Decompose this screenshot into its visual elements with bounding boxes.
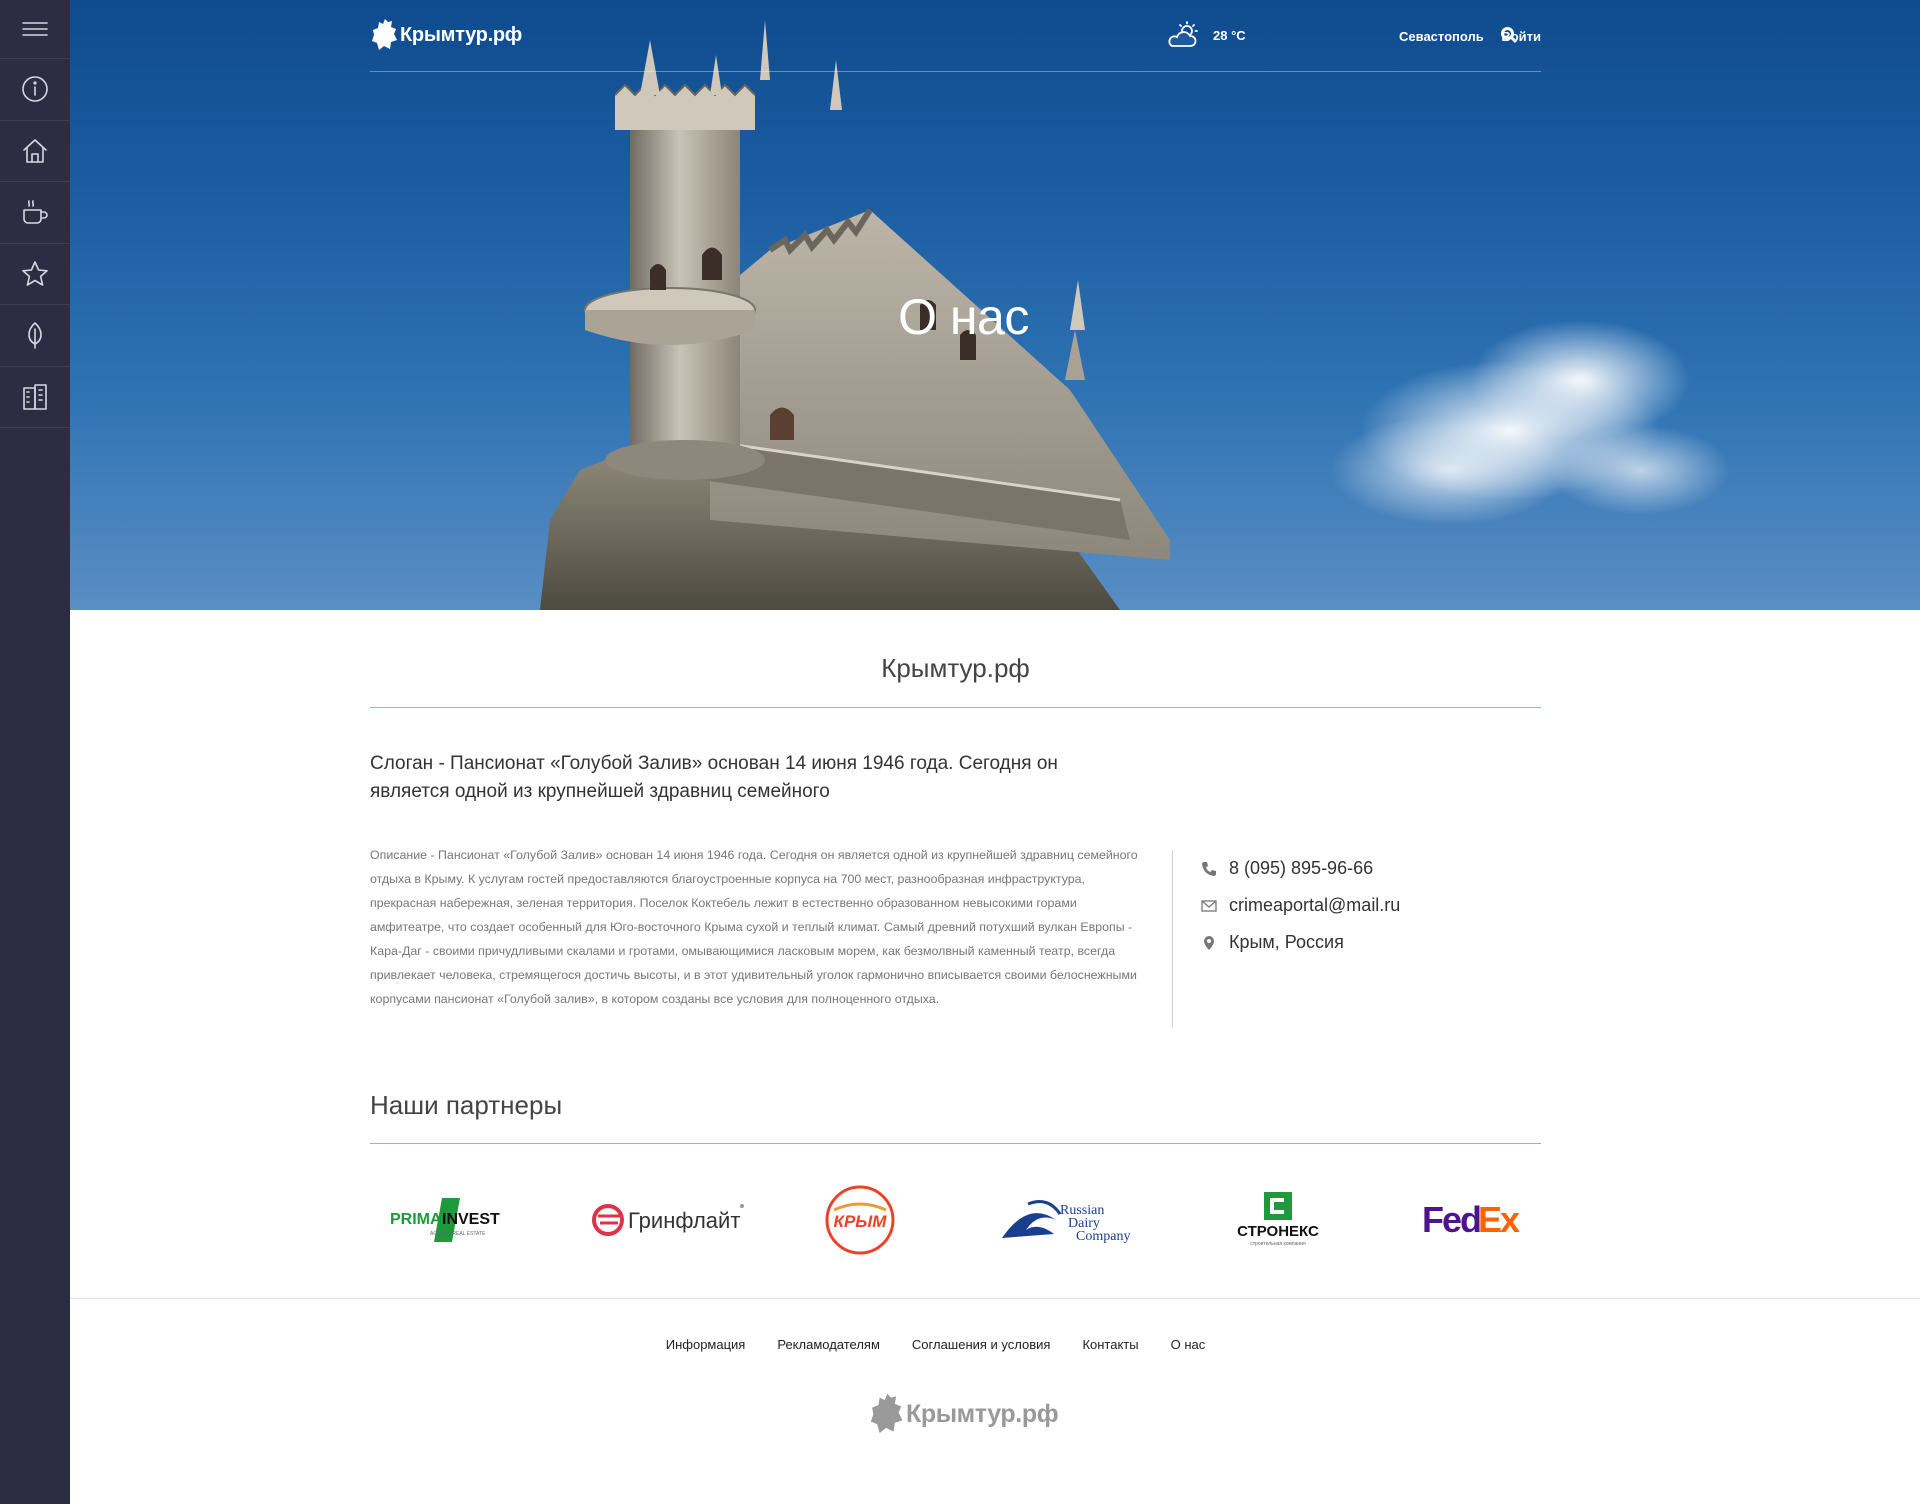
partners-title: Наши партнеры — [370, 1090, 563, 1120]
sidebar-item-hotels[interactable] — [0, 367, 70, 428]
map-pin-icon — [1204, 935, 1214, 950]
partner-logo-stroneks[interactable]: СТРОНЕКС строительная компания — [1222, 1180, 1334, 1260]
sidebar — [0, 0, 70, 1504]
footer-divider — [70, 1298, 1920, 1299]
sidebar-item-cafe[interactable] — [0, 182, 70, 244]
sidebar-menu-button[interactable] — [0, 0, 70, 59]
stroneks-logo-mark: СТРОНЕКС строительная компания — [1237, 1192, 1319, 1247]
partly-cloudy-icon — [1168, 21, 1198, 47]
svg-text:Гринфлайт: Гринфлайт — [628, 1208, 740, 1233]
footer-link-info[interactable]: Информация — [666, 1337, 746, 1352]
svg-text:AGENCY REAL ESTATE: AGENCY REAL ESTATE — [430, 1231, 486, 1237]
sidebar-item-favorites[interactable] — [0, 244, 70, 305]
greenflight-logo-mark: Гринфлайт — [592, 1204, 744, 1236]
svg-text:PRIMA: PRIMA — [390, 1211, 442, 1228]
sidebar-item-info[interactable] — [0, 59, 70, 121]
contact-location: Крым, Россия — [1201, 924, 1541, 961]
partners-logos: PRIMA INVEST AGENCY REAL ESTATE Гринфлай… — [370, 1180, 1541, 1260]
sidebar-item-nature[interactable] — [0, 305, 70, 367]
partners-divider — [370, 1143, 1541, 1144]
star-icon — [22, 260, 48, 286]
svg-text:строительная компания: строительная компания — [1250, 1241, 1306, 1247]
envelope-icon — [1201, 899, 1217, 912]
footer-link-about[interactable]: О нас — [1171, 1337, 1206, 1352]
svg-text:СТРОНЕКС: СТРОНЕКС — [1237, 1223, 1319, 1240]
primainvest-logo-mark: PRIMA INVEST AGENCY REAL ESTATE — [390, 1198, 500, 1242]
partner-logo-greenflight[interactable]: Гринфлайт — [590, 1180, 750, 1260]
login-button[interactable]: Войти — [1501, 29, 1541, 44]
hero-banner: Крымтур.рф 28 °C Севастополь Войти О нас — [70, 0, 1920, 610]
city-selector[interactable]: Севастополь — [1399, 29, 1484, 44]
crimea-map-logo-icon — [870, 1393, 903, 1433]
contact-email[interactable]: crimeaportal@mail.ru — [1201, 887, 1541, 924]
crimea-map-logo-icon — [372, 19, 397, 50]
slogan-text: Слоган - Пансионат «Голубой Залив» основ… — [370, 753, 1058, 802]
page-title: О нас — [898, 289, 1029, 345]
partner-logo-russian-dairy[interactable]: Russian Dairy Company — [998, 1180, 1148, 1260]
phone-number: 8 (095) 895-96-66 — [1229, 858, 1374, 878]
logo-text: Крымтур.рф — [400, 23, 522, 46]
svg-text:Fed: Fed — [1422, 1199, 1480, 1240]
footer-logo-text: Крымтур.рф — [906, 1399, 1059, 1428]
weather-temperature: 28 °C — [1213, 27, 1246, 43]
footer-link-terms[interactable]: Соглашения и условия — [912, 1337, 1051, 1352]
info-icon — [22, 76, 48, 103]
site-logo[interactable]: Крымтур.рф — [370, 16, 522, 54]
coffee-cup-icon — [23, 200, 48, 225]
footer-link-advertisers[interactable]: Рекламодателям — [777, 1337, 880, 1352]
partner-logo-primainvest[interactable]: PRIMA INVEST AGENCY REAL ESTATE — [382, 1180, 512, 1260]
fedex-logo-mark: Fed Ex — [1422, 1199, 1522, 1240]
russian-dairy-logo-mark: Russian Dairy Company — [1002, 1200, 1130, 1244]
leaf-icon — [28, 322, 42, 350]
svg-text:INVEST: INVEST — [442, 1211, 500, 1228]
partner-logo-fedex[interactable]: Fed Ex — [1418, 1180, 1534, 1260]
footer-logo[interactable]: Крымтур.рф — [868, 1390, 1059, 1438]
svg-text:КРЫМ: КРЫМ — [834, 1212, 888, 1231]
sidebar-item-home[interactable] — [0, 121, 70, 182]
svg-text:Ex: Ex — [1478, 1199, 1520, 1240]
contact-phone[interactable]: 8 (095) 895-96-66 — [1201, 850, 1541, 887]
phone-icon — [1202, 861, 1216, 876]
email-address: crimeaportal@mail.ru — [1229, 895, 1401, 915]
contacts-block: 8 (095) 895-96-66 crimeaportal@mail.ru К… — [1172, 850, 1541, 1028]
partner-logo-krym[interactable]: КРЫМ — [820, 1180, 900, 1260]
location-text: Крым, Россия — [1229, 932, 1344, 952]
menu-icon — [22, 22, 48, 36]
footer-link-contacts[interactable]: Контакты — [1082, 1337, 1138, 1352]
description-text: Описание - Пансионат «Голубой Залив» осн… — [370, 848, 1138, 1006]
buildings-icon — [23, 383, 47, 410]
title-divider — [370, 707, 1541, 708]
svg-text:Company: Company — [1076, 1229, 1130, 1244]
weather-widget: 28 °C — [1165, 20, 1246, 50]
top-navigation: Крымтур.рф 28 °C Севастополь Войти — [370, 0, 1541, 72]
footer-navigation: Информация Рекламодателям Соглашения и у… — [70, 1337, 1801, 1352]
krym-logo-mark: КРЫМ — [825, 1185, 895, 1255]
home-icon — [23, 138, 47, 163]
site-title: Крымтур.рф — [881, 653, 1030, 683]
